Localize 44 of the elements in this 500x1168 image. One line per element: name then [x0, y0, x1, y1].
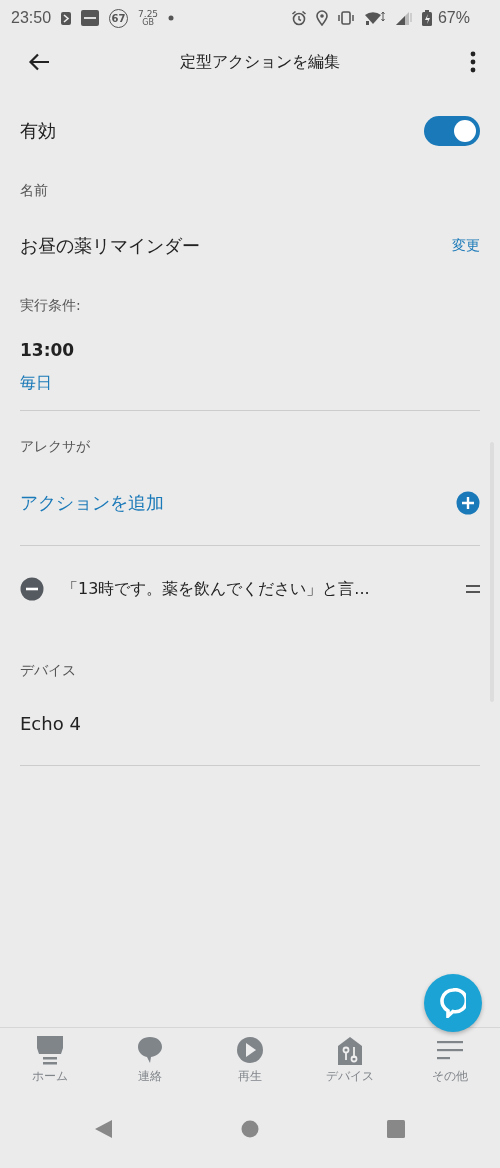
nav-tab[interactable]: デバイス	[310, 1036, 390, 1100]
add-icon[interactable]	[456, 491, 480, 515]
routine-name: お昼の薬リマインダー	[20, 234, 200, 258]
back-triangle-icon[interactable]	[95, 1120, 113, 1138]
screen-icon	[37, 1036, 63, 1066]
repeat-text: 毎日	[20, 373, 53, 394]
dot-icon	[168, 15, 175, 21]
section-label: 名前	[20, 182, 49, 200]
section-label: 実行条件:	[20, 297, 82, 315]
change-link[interactable]: 変更	[452, 237, 480, 255]
action-item-text[interactable]: 「13時です。薬を飲んでください」と言...	[62, 578, 466, 600]
enabled-label: 有効	[20, 119, 56, 143]
nav-tab[interactable]: ホーム	[10, 1036, 90, 1100]
battery-percent: 67%	[437, 9, 470, 27]
vibrate-icon	[336, 11, 355, 25]
home-circle-icon[interactable]	[241, 1120, 259, 1138]
remove-icon[interactable]	[20, 577, 44, 601]
nav-tab[interactable]: その他	[410, 1036, 490, 1100]
status-time: 23:50	[11, 9, 52, 27]
speech-ring-icon	[440, 988, 466, 1018]
data-usage: 7.25	[138, 9, 159, 19]
nav-tab[interactable]: 再生	[210, 1036, 290, 1100]
battery-saver-icon	[61, 11, 72, 25]
device-name: Echo 4	[20, 713, 82, 734]
enabled-toggle[interactable]	[424, 116, 480, 146]
alexa-button[interactable]	[424, 974, 482, 1032]
app-icon	[81, 10, 100, 26]
signal-icon	[394, 10, 413, 26]
battery-icon	[421, 10, 432, 26]
play-icon	[237, 1036, 263, 1066]
section-label: デバイス	[20, 662, 77, 680]
add-action-link[interactable]: アクションを追加	[20, 491, 164, 515]
wifi-icon	[363, 10, 386, 26]
nav-tab[interactable]: 連絡	[110, 1036, 190, 1100]
page-title: 定型アクションを編集	[180, 51, 340, 73]
location-icon	[315, 10, 328, 26]
alarm-icon	[290, 10, 307, 26]
more-options-icon	[470, 51, 476, 73]
data-unit: GB	[142, 18, 154, 27]
section-label: アレクサが	[20, 438, 91, 456]
house-icon	[337, 1036, 363, 1066]
drag-handle-icon[interactable]	[466, 585, 480, 593]
trigger-time: 13:00	[20, 340, 76, 360]
back-arrow-icon	[28, 53, 50, 71]
